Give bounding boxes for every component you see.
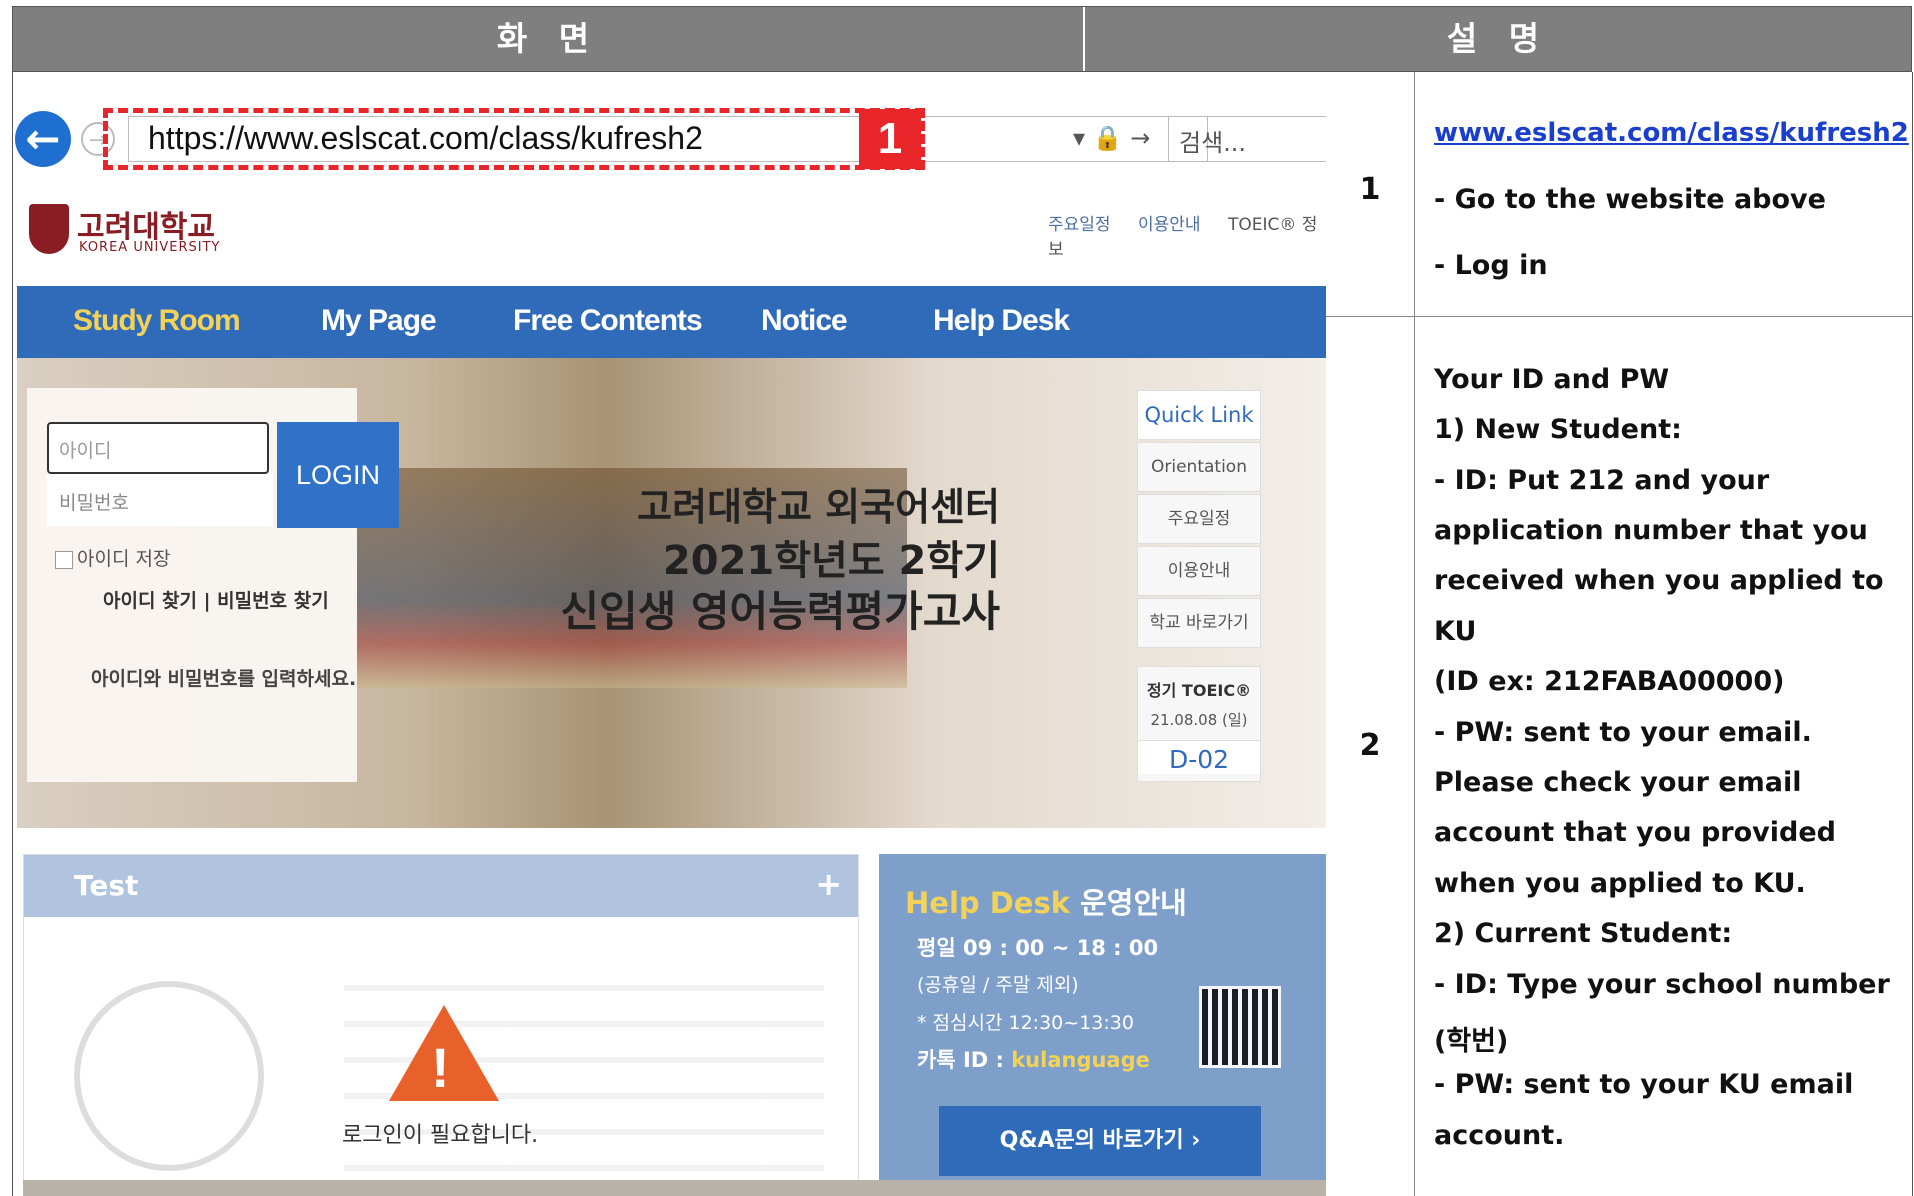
help-title: Help Desk 운영안내 — [905, 880, 1187, 922]
blurred-progress-circle — [74, 981, 264, 1171]
nav-free-contents[interactable]: Free Contents — [513, 304, 703, 338]
nav-help-desk[interactable]: Help Desk — [933, 304, 1070, 338]
quick-link-item[interactable]: 학교 바로가기 — [1137, 598, 1261, 648]
test-panel-header: Test + — [24, 855, 858, 917]
help-holiday: (공휴일 / 주말 제외) — [917, 974, 1079, 996]
nav-my-page[interactable]: My Page — [321, 304, 437, 338]
header-description-label: 설 명 — [1446, 19, 1550, 58]
instruction-line: - Go to the website above — [1434, 184, 1826, 215]
instruction-line: - PW: sent to your KU email — [1434, 1069, 1854, 1100]
address-tools-icon[interactable]: ▾ 🔒 → — [1073, 124, 1150, 152]
toeic-dday-box: 정기 TOEIC® 21.08.08 (일) D-02 — [1137, 666, 1261, 782]
hero-line-3: 신입생 영어능력평가고사 — [560, 587, 1000, 636]
save-id-label: 아이디 저장 — [77, 548, 171, 570]
plus-icon[interactable]: + — [815, 865, 842, 903]
instruction-line: received when you applied to — [1434, 565, 1884, 596]
instruction-line: Please check your email — [1434, 767, 1802, 798]
login-hint: 아이디와 비밀번호를 입력하세요. — [91, 668, 357, 690]
instruction-link[interactable]: www.eslscat.com/class/kufresh2 — [1434, 118, 1909, 148]
hero-line-1: 고려대학교 외국어센터 — [637, 485, 1000, 529]
qr-code-icon — [1199, 986, 1281, 1068]
website-screenshot: ← → https://www.eslscat.com/class/kufres… — [12, 72, 1326, 1196]
description-column: 1 www.eslscat.com/class/kufresh2 - Go to… — [1326, 72, 1913, 1196]
help-lunch: * 점심시간 12:30~13:30 — [917, 1012, 1134, 1034]
qa-shortcut-button[interactable]: Q&A문의 바로가기 › — [939, 1106, 1261, 1176]
kakao-label: 카톡 ID : — [917, 1048, 1012, 1072]
login-required-message: 로그인이 필요합니다. — [342, 1123, 539, 1148]
help-kakao: 카톡 ID : kulanguage — [917, 1044, 1150, 1074]
instruction-line: - ID: Type your school number — [1434, 969, 1890, 1000]
instruction-line: account. — [1434, 1120, 1565, 1151]
instruction-line: KU — [1434, 616, 1477, 647]
description-row-1: 1 www.eslscat.com/class/kufresh2 - Go to… — [1326, 72, 1912, 317]
quick-link-item[interactable]: Orientation — [1137, 442, 1261, 492]
instruction-line: (ID ex: 212FABA00000) — [1434, 666, 1785, 697]
callout-box — [103, 108, 925, 170]
toeic-date: 21.08.08 (일) — [1150, 711, 1248, 729]
row-number: 1 — [1359, 172, 1381, 207]
callout-number: 1 — [859, 109, 921, 169]
nav-notice[interactable]: Notice — [761, 304, 848, 338]
top-link[interactable]: 주요일정 — [1048, 215, 1111, 235]
test-panel: Test + ! 로그인이 필요합니다. — [23, 854, 859, 1196]
kakao-id: kulanguage — [1011, 1048, 1150, 1072]
instruction-line: - PW: sent to your email. — [1434, 717, 1812, 748]
quick-link-item[interactable]: 주요일정 — [1137, 494, 1261, 544]
find-account-links[interactable]: 아이디 찾기 | 비밀번호 찾기 — [103, 586, 329, 613]
password-input[interactable]: 비밀번호 — [47, 474, 273, 526]
nav-study-room[interactable]: Study Room — [73, 304, 241, 338]
exclamation-icon: ! — [431, 1036, 450, 1099]
table-header: 화 면 설 명 — [12, 6, 1912, 72]
back-arrow-icon[interactable]: ← — [15, 111, 71, 167]
help-weekday: 평일 09 : 00 ~ 18 : 00 — [917, 936, 1159, 960]
row-number-cell: 1 — [1326, 72, 1415, 316]
instruction-line: application number that you — [1434, 515, 1868, 546]
top-links: 주요일정 이용안내 TOEIC® 정보 — [1048, 210, 1326, 260]
bottom-strip — [23, 1180, 1326, 1196]
instruction-line: 2) Current Student: — [1434, 918, 1733, 949]
quick-link-title: Quick Link — [1137, 390, 1261, 440]
document-page: { "header": {"left": "화 면", "right": "설 … — [0, 0, 1914, 1196]
main-nav: Study Room My Page Free Contents Notice … — [17, 286, 1326, 358]
row-number-cell: 2 — [1326, 316, 1415, 1196]
toeic-title: 정기 TOEIC® — [1146, 681, 1252, 700]
ku-crest-icon — [29, 204, 69, 254]
header-screen-label: 화 면 — [496, 19, 600, 58]
instruction-line: (학번) — [1434, 1026, 1509, 1057]
top-link[interactable]: 이용안내 — [1138, 215, 1201, 235]
save-id-checkbox[interactable]: 아이디 저장 — [55, 544, 170, 571]
instruction-line: 1) New Student: — [1434, 414, 1682, 445]
instruction-line: account that you provided — [1434, 817, 1836, 848]
description-row-2: 2 Your ID and PW 1) New Student: - ID: P… — [1326, 316, 1912, 1196]
instruction-line: - Log in — [1434, 250, 1548, 281]
instruction-line: when you applied to KU. — [1434, 868, 1806, 899]
browser-search-input[interactable]: 검색... — [1168, 116, 1326, 162]
quick-link-item[interactable]: 이용안내 — [1137, 546, 1261, 596]
logo-eng: KOREA UNIVERSITY — [79, 240, 221, 255]
quick-link-panel: Quick Link Orientation 주요일정 이용안내 학교 바로가기 — [1137, 390, 1261, 650]
test-title: Test — [74, 869, 139, 902]
id-input[interactable]: 아이디 — [47, 422, 269, 474]
help-title-ko: 운영안내 — [1070, 886, 1187, 920]
row-number: 2 — [1359, 728, 1381, 763]
checkbox-icon[interactable] — [55, 550, 73, 569]
instruction-line: - ID: Put 212 and your — [1434, 465, 1770, 496]
toeic-dday: D-02 — [1138, 740, 1260, 774]
help-title-en: Help Desk — [905, 886, 1071, 920]
help-desk-panel: Help Desk 운영안내 평일 09 : 00 ~ 18 : 00 (공휴일… — [879, 854, 1326, 1196]
instruction-line: Your ID and PW — [1434, 364, 1670, 395]
hero-banner: 아이디 비밀번호 LOGIN 아이디 저장 아이디 찾기 | 비밀번호 찾기 아… — [17, 358, 1326, 828]
login-button[interactable]: LOGIN — [277, 422, 399, 528]
